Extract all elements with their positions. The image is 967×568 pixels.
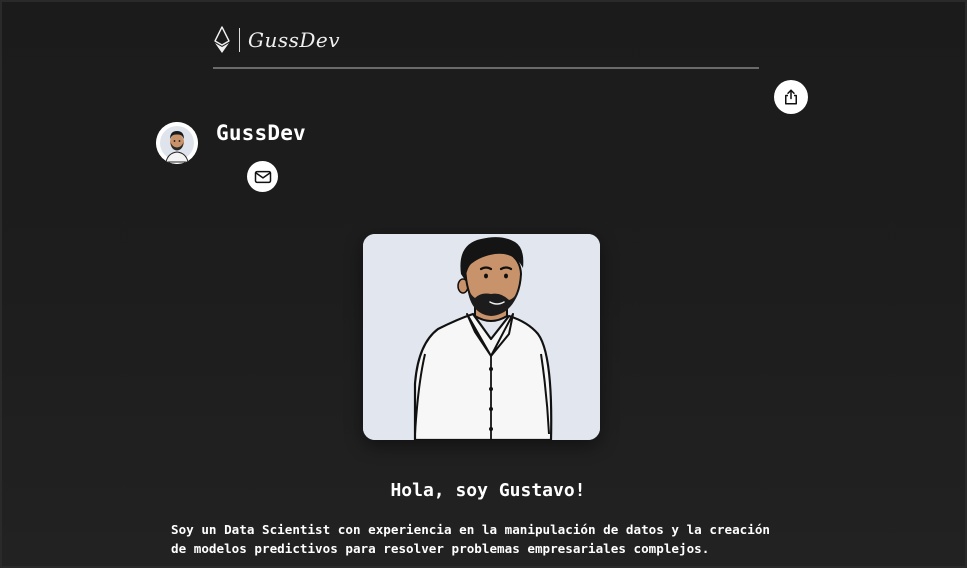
share-icon bbox=[785, 89, 797, 105]
bio-line: de modelos predictivos para resolver pro… bbox=[171, 541, 710, 556]
logo-separator bbox=[239, 28, 240, 52]
hero-illustration bbox=[363, 234, 600, 440]
email-button[interactable] bbox=[247, 161, 278, 192]
bio-line: Soy un Data Scientist con experiencia en… bbox=[171, 522, 770, 537]
logo[interactable]: GussDev bbox=[213, 24, 340, 56]
hero-image bbox=[363, 234, 600, 440]
page: GussDev GussDev Hola, soy Gustavo! Soy u… bbox=[2, 2, 965, 566]
bio-text: Soy un Data Scientist con experiencia en… bbox=[171, 520, 811, 558]
greeting-heading: Hola, soy Gustavo! bbox=[390, 480, 586, 501]
ethereum-diamond-icon bbox=[214, 26, 230, 53]
avatar bbox=[156, 122, 198, 164]
logo-text: GussDev bbox=[248, 28, 341, 52]
avatar-image bbox=[156, 122, 198, 164]
mail-icon bbox=[254, 170, 271, 183]
share-button[interactable] bbox=[774, 80, 808, 114]
profile-name: GussDev bbox=[216, 121, 306, 145]
header: GussDev bbox=[213, 20, 759, 69]
